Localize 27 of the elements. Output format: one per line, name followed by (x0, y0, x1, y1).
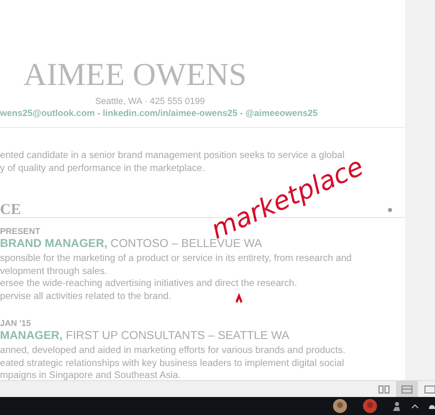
job-dates: JAN '15 (0, 318, 31, 328)
chevron-up-icon[interactable] (411, 404, 419, 408)
avatar-icon[interactable] (333, 399, 347, 413)
job-title: BRAND MANAGER, CONTOSO – BELLEVUE WA (0, 238, 262, 250)
insert-mark-icon (233, 292, 245, 304)
section-heading: CE (0, 203, 21, 217)
job-dates: PRESENT (0, 226, 40, 236)
cloud-icon[interactable] (429, 403, 435, 409)
read-mode-icon (378, 384, 390, 394)
name-heading: AIMEE OWENS (22, 56, 248, 92)
job-bullet: eated strategic relationships with key business leaders to implement digital social (0, 358, 344, 370)
job-bullet: mpaigns in Singapore and Southeast Asia. (0, 370, 181, 380)
job-bullet: ersee the wide-reaching advertising initiatives and direct the research. (0, 278, 298, 292)
job-bullet: anned, developed and aided in marketing efforts for various brands and products. (0, 344, 346, 358)
people-icon[interactable] (391, 401, 401, 411)
web-layout-icon (424, 384, 435, 394)
job-title: MANAGER, FIRST UP CONSULTANTS – SEATTLE WA (0, 330, 290, 342)
objective-text: ented candidate in a senior brand management position seeks to service a global (0, 149, 345, 162)
print-layout-icon (401, 384, 413, 394)
job-bullet: pervise all activities related to the brand. (0, 291, 172, 304)
address-text: Seattle, WA · 425 555 0199 (94, 96, 206, 106)
pen-cursor-icon (388, 208, 392, 212)
avatar-icon[interactable] (363, 399, 377, 413)
objective-text: y of quality and performance in the marketplace. (0, 162, 205, 175)
job-bullet: velopment through sales. (0, 266, 108, 278)
job-bullet: sponsible for the marketing of a product or service in its entirety, from research and (0, 253, 352, 266)
contact-text: wens25@outlook.com - linkedin.com/in/aimee-owens25 - @aimeeowens25 (0, 108, 318, 118)
